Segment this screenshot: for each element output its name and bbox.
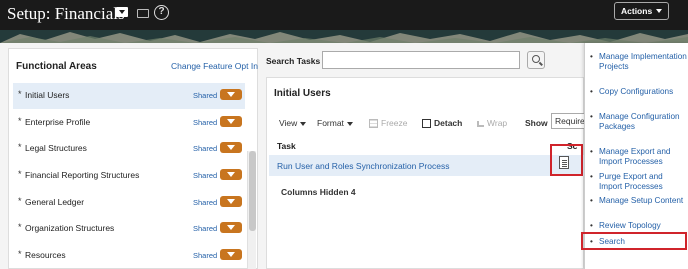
- status-label: Shared: [193, 251, 218, 260]
- functional-areas-title: Functional Areas: [16, 61, 97, 72]
- columns-hidden-status: Columns Hidden 4: [281, 187, 356, 197]
- status-dropdown-icon[interactable]: [220, 142, 242, 153]
- detach-label: Detach: [434, 118, 463, 128]
- list-item[interactable]: * Organization Structures Shared: [13, 216, 245, 242]
- detach-icon: [422, 119, 431, 129]
- menu-item-purge-export-import[interactable]: Purge Export and Import Processes: [590, 172, 687, 191]
- search-tasks-label: Search Tasks: [266, 56, 321, 66]
- status-label: Shared: [193, 118, 218, 127]
- show-label: Show: [525, 118, 548, 128]
- functional-area-label[interactable]: Initial Users: [25, 90, 69, 100]
- highlight-box: [581, 232, 687, 250]
- decorative-banner: [0, 30, 688, 43]
- functional-area-label[interactable]: Enterprise Profile: [25, 117, 90, 127]
- change-feature-opt-in-link[interactable]: Change Feature Opt In: [171, 61, 258, 71]
- list-item[interactable]: * Resources Shared: [13, 243, 245, 269]
- table-row[interactable]: Run User and Roles Synchronization Proce…: [269, 155, 585, 176]
- format-menu[interactable]: Format: [317, 118, 353, 128]
- wrap-label: Wrap: [487, 118, 508, 128]
- tasks-panel-title: Initial Users: [274, 88, 331, 99]
- menu-item-review-topology[interactable]: Review Topology: [590, 221, 687, 231]
- actions-button[interactable]: Actions: [614, 2, 669, 20]
- status-label: Shared: [193, 198, 218, 207]
- status-label: Shared: [193, 171, 218, 180]
- search-tasks-input[interactable]: [322, 51, 520, 69]
- chevron-down-icon: [300, 121, 307, 126]
- view-menu[interactable]: View: [279, 118, 307, 128]
- task-list-icon[interactable]: [137, 9, 149, 18]
- view-menu-label: View: [279, 118, 298, 128]
- functional-area-label[interactable]: Resources: [25, 250, 66, 260]
- list-item[interactable]: * Initial Users Shared: [13, 83, 245, 109]
- page-title: Setup: Financials: [7, 4, 125, 23]
- chevron-down-icon: [656, 9, 662, 13]
- menu-item-manage-implementation-projects[interactable]: Manage Implementation Projects: [590, 52, 687, 71]
- search-button[interactable]: [527, 51, 545, 69]
- status-dropdown-icon[interactable]: [220, 196, 242, 207]
- page-header: Setup: Financials ? Actions: [0, 0, 688, 30]
- freeze-icon: [369, 119, 378, 129]
- wrap-button[interactable]: Wrap: [477, 118, 507, 128]
- vertical-scrollbar[interactable]: [247, 151, 256, 269]
- tasks-panel: Initial Users View Format Freeze Detach …: [266, 77, 585, 269]
- status-label: Shared: [193, 91, 218, 100]
- task-link[interactable]: Run User and Roles Synchronization Proce…: [277, 161, 449, 171]
- functional-area-label[interactable]: Organization Structures: [25, 223, 114, 233]
- menu-item-copy-configurations[interactable]: Copy Configurations: [590, 87, 687, 97]
- list-item[interactable]: * General Ledger Shared: [13, 190, 245, 216]
- status-dropdown-icon[interactable]: [220, 169, 242, 180]
- status-dropdown-icon[interactable]: [220, 222, 242, 233]
- column-header-task[interactable]: Task: [277, 141, 296, 151]
- highlight-box: [550, 144, 583, 176]
- functional-area-label[interactable]: Legal Structures: [25, 143, 87, 153]
- status-label: Shared: [193, 144, 218, 153]
- menu-item-manage-configuration-packages[interactable]: Manage Configuration Packages: [590, 112, 687, 131]
- functional-areas-panel: Functional Areas Change Feature Opt In *…: [8, 48, 258, 269]
- list-item[interactable]: * Financial Reporting Structures Shared: [13, 163, 245, 189]
- required-asterisk: *: [18, 89, 22, 99]
- required-asterisk: *: [18, 222, 22, 232]
- required-asterisk: *: [18, 196, 22, 206]
- functional-area-label[interactable]: Financial Reporting Structures: [25, 170, 139, 180]
- wrap-icon: [477, 120, 484, 127]
- menu-item-manage-setup-content[interactable]: Manage Setup Content: [590, 196, 687, 206]
- title-dropdown-icon[interactable]: [116, 7, 128, 17]
- help-icon[interactable]: ?: [154, 5, 169, 20]
- scrollbar-thumb[interactable]: [249, 151, 256, 231]
- required-asterisk: *: [18, 116, 22, 126]
- status-dropdown-icon[interactable]: [220, 116, 242, 127]
- list-item[interactable]: * Enterprise Profile Shared: [13, 110, 245, 136]
- magnifier-handle: [539, 61, 543, 66]
- required-asterisk: *: [18, 169, 22, 179]
- required-asterisk: *: [18, 249, 22, 259]
- freeze-button[interactable]: Freeze: [369, 118, 408, 129]
- functional-area-label[interactable]: General Ledger: [25, 197, 84, 207]
- required-asterisk: *: [18, 142, 22, 152]
- freeze-label: Freeze: [381, 118, 408, 128]
- menu-item-manage-export-import[interactable]: Manage Export and Import Processes: [590, 147, 687, 166]
- status-label: Shared: [193, 224, 218, 233]
- list-item[interactable]: * Legal Structures Shared: [13, 136, 245, 162]
- format-menu-label: Format: [317, 118, 344, 128]
- show-select[interactable]: Required: [551, 113, 585, 129]
- detach-button[interactable]: Detach: [422, 118, 463, 129]
- status-dropdown-icon[interactable]: [220, 249, 242, 260]
- chevron-down-icon: [346, 121, 353, 126]
- status-dropdown-icon[interactable]: [220, 89, 242, 100]
- actions-button-label: Actions: [621, 6, 653, 16]
